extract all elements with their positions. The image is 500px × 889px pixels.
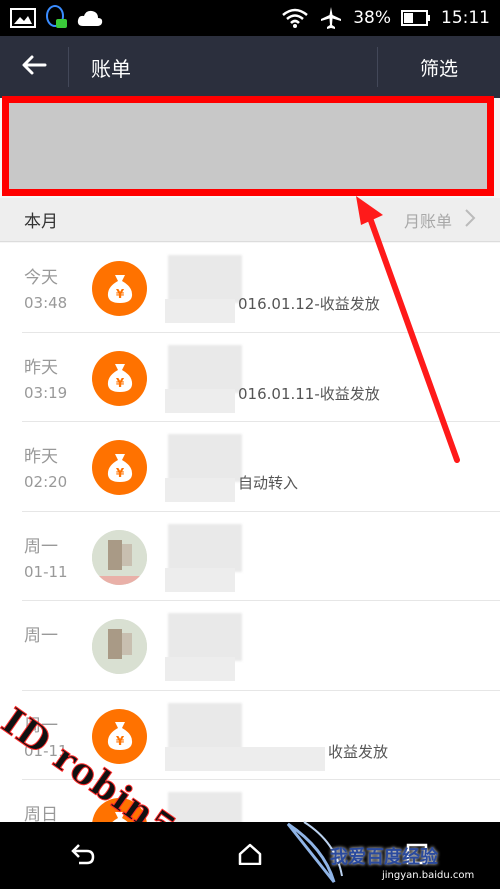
back-button[interactable]: [0, 36, 68, 98]
month-section-header: 本月 月账单: [0, 198, 500, 242]
redacted-name: [168, 255, 242, 303]
bill-day: 昨天: [24, 357, 58, 378]
bill-day: 周一: [24, 536, 58, 557]
baidu-watermark-text: 我爱百度经验: [330, 847, 438, 868]
highlight-box: [2, 96, 494, 196]
redacted-text: [165, 657, 235, 681]
filter-button[interactable]: 筛选: [378, 36, 500, 98]
battery-icon: [401, 10, 431, 26]
redacted-name: [168, 613, 242, 661]
avatar: [92, 619, 147, 674]
svg-text:¥: ¥: [115, 734, 124, 748]
redacted-text: [165, 299, 235, 323]
clock: 15:11: [441, 8, 490, 28]
svg-text:¥: ¥: [115, 466, 124, 480]
arrow-left-icon: [21, 54, 47, 80]
redacted-text: [165, 478, 235, 502]
money-bag-icon: ¥: [92, 261, 147, 316]
page-title: 账单: [91, 56, 131, 81]
list-item[interactable]: 昨天 02:20 ¥ 自动转入: [0, 422, 500, 512]
bill-time: 03:19: [24, 383, 68, 402]
back-arrow-icon: [70, 843, 96, 869]
monthly-bill-link[interactable]: 月账单: [404, 208, 476, 232]
bill-time: 01-11: [24, 562, 68, 581]
nav-home-button[interactable]: [210, 826, 290, 886]
bill-day: 今天: [24, 268, 58, 288]
money-bag-icon: ¥: [92, 708, 147, 764]
battery-percent: 38%: [353, 8, 391, 28]
bill-desc: 自动转入: [238, 474, 299, 492]
baidu-watermark-url: jingyan.baidu.com: [382, 870, 475, 881]
money-bag-icon: ¥: [92, 350, 147, 406]
redacted-name: [168, 702, 242, 751]
redacted-name: [168, 523, 242, 572]
avatar: [92, 529, 147, 585]
home-icon: [238, 843, 262, 869]
app-header: 账单 筛选: [0, 36, 500, 98]
svg-text:¥: ¥: [115, 287, 124, 301]
redacted-name: [168, 344, 242, 393]
redacted-text: [165, 567, 235, 592]
list-item[interactable]: 今天 03:48 ¥ 016.01.12-收益发放: [0, 243, 500, 333]
list-item[interactable]: 周一 01-11: [0, 511, 500, 601]
bill-desc: 016.01.12-收益发放: [238, 295, 380, 313]
bill-day: 周一: [24, 626, 58, 646]
bill-day: 周日: [24, 805, 58, 822]
redacted-text: [165, 746, 325, 771]
nav-back-button[interactable]: [43, 826, 123, 886]
redacted-text: [165, 388, 235, 413]
chevron-right-icon: [464, 208, 476, 232]
cloud-icon: [76, 9, 104, 27]
bill-list: 今天 03:48 ¥ 016.01.12-收益发放 昨天 03:19 ¥ 016…: [0, 243, 500, 822]
qq-icon: [44, 5, 68, 31]
redacted-name: [168, 434, 242, 482]
money-bag-icon: ¥: [92, 440, 147, 495]
image-icon: [10, 8, 36, 28]
bill-day: 昨天: [24, 447, 58, 467]
bill-time: 02:20: [24, 473, 68, 491]
bill-time: 03:48: [24, 294, 68, 312]
bill-desc: 收益发放: [328, 742, 389, 761]
bill-desc: 016.01.11-收益发放: [238, 384, 380, 403]
list-item[interactable]: 周一: [0, 601, 500, 691]
status-bar: 38% 15:11: [0, 0, 500, 36]
airplane-icon: [319, 6, 343, 30]
month-label: 本月: [24, 212, 58, 232]
svg-text:¥: ¥: [115, 376, 124, 390]
list-item[interactable]: 昨天 03:19 ¥ 016.01.11-收益发放: [0, 332, 500, 422]
monthly-bill-label: 月账单: [403, 211, 452, 231]
wifi-icon: [281, 7, 309, 29]
